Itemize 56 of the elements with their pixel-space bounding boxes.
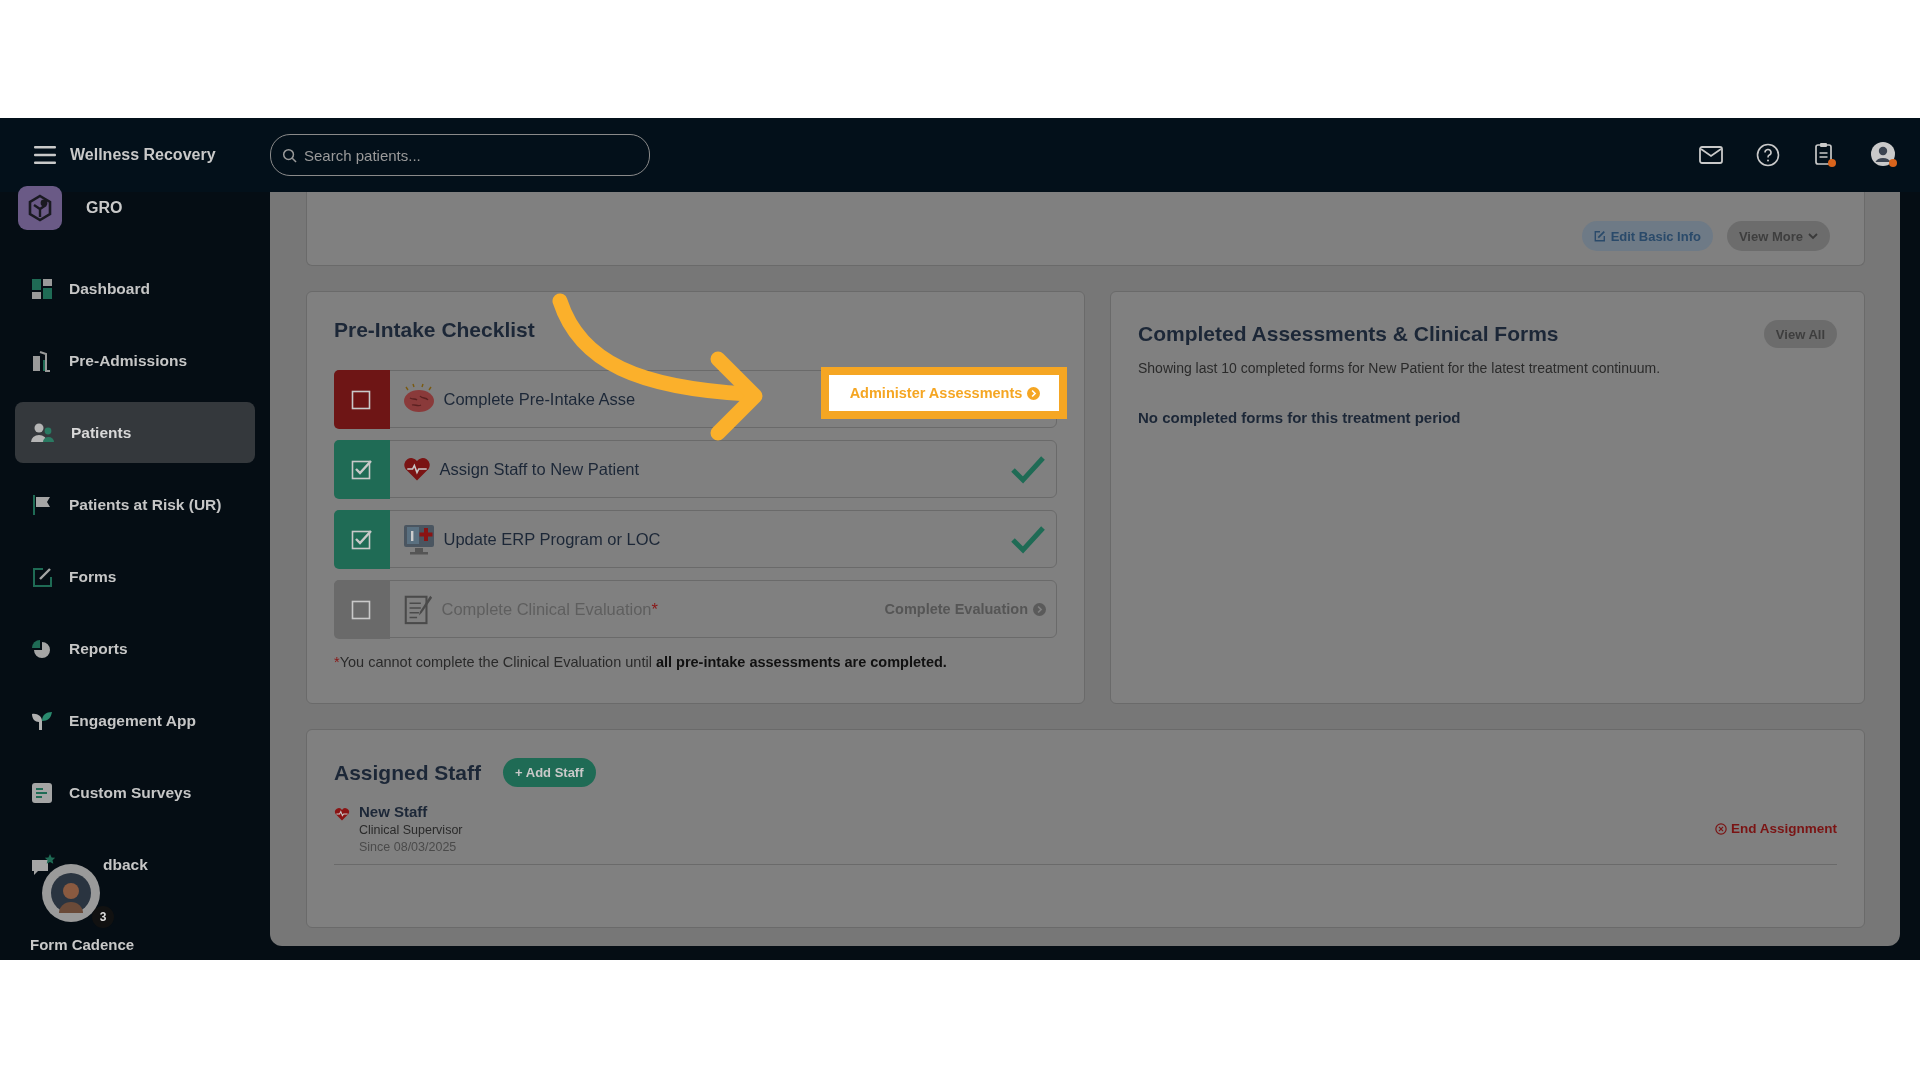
chevron-right-icon <box>1027 386 1041 400</box>
chevron-right-icon <box>1033 602 1046 616</box>
nav-item[interactable]: Dashboard <box>15 258 255 319</box>
monitor-icon <box>401 522 436 556</box>
nav-item[interactable]: Reports <box>15 618 255 679</box>
menu-icon[interactable] <box>34 146 56 164</box>
item-label: Assign Staff to New Patient <box>439 459 640 479</box>
avatar-icon <box>51 873 91 913</box>
staff-role: Clinical Supervisor <box>359 823 463 837</box>
nav-item[interactable]: Patients at Risk (UR) <box>15 474 255 535</box>
widget-label: Form Cadence <box>30 936 135 953</box>
org-logo <box>18 186 62 230</box>
nav-item[interactable]: dback <box>15 834 255 895</box>
sprout-icon <box>31 710 53 731</box>
count-badge: 3 <box>92 906 114 928</box>
checkmark-icon <box>1010 454 1046 484</box>
flag-icon <box>31 493 53 516</box>
card-title: Assigned Staff <box>334 760 482 785</box>
nav-item[interactable]: Pre-Admissions <box>15 330 255 391</box>
checkbox[interactable] <box>350 528 373 550</box>
add-staff-button[interactable]: + Add Staff <box>503 758 596 787</box>
mail-icon[interactable] <box>1699 146 1723 164</box>
checkbox[interactable] <box>350 458 373 480</box>
org-name: GRO <box>86 199 123 217</box>
grid-icon <box>31 277 53 300</box>
checkbox[interactable] <box>350 388 373 410</box>
cancel-icon <box>1715 822 1727 835</box>
edit-icon <box>1593 230 1606 242</box>
card-subtitle: Showing last 10 completed forms for New Patient for the latest treatment continuum. <box>1138 360 1662 376</box>
edit-icon <box>31 565 53 588</box>
card-title: Completed Assessments & Clinical Forms <box>1138 322 1559 346</box>
avatar-icon[interactable] <box>1870 141 1898 169</box>
clipboard-icon[interactable] <box>1813 142 1837 168</box>
chevron-down-icon <box>1808 232 1818 240</box>
empty-message: No completed forms for this treatment period <box>1138 409 1462 426</box>
survey-icon <box>31 781 53 804</box>
checkmark-icon <box>1010 524 1046 554</box>
search-icon <box>282 148 297 163</box>
nav-item[interactable]: Forms <box>15 546 255 607</box>
brand-name: Wellness Recovery <box>70 146 216 164</box>
item-label: Complete Pre-Intake Asse <box>443 389 636 409</box>
item-label: Update ERP Program or LOC <box>443 529 661 549</box>
nav-item[interactable]: Patients <box>15 402 255 463</box>
people-icon <box>31 421 55 444</box>
footnote: *You cannot complete the Clinical Evaluation until all pre-intake assessments are completed. <box>334 654 948 670</box>
staff-name: New Staff <box>359 803 429 820</box>
nav-item[interactable]: Engagement App <box>15 690 255 751</box>
help-icon[interactable] <box>1756 143 1780 167</box>
heart-icon <box>334 806 350 822</box>
avatar-button[interactable] <box>42 864 100 922</box>
chat-star-icon <box>31 852 57 877</box>
nav-item[interactable]: Custom Surveys <box>15 762 255 823</box>
search-field[interactable]: Search patients... <box>270 134 650 176</box>
card-title: Pre-Intake Checklist <box>334 318 536 342</box>
door-icon <box>31 349 53 372</box>
pie-chart-icon <box>31 637 53 660</box>
